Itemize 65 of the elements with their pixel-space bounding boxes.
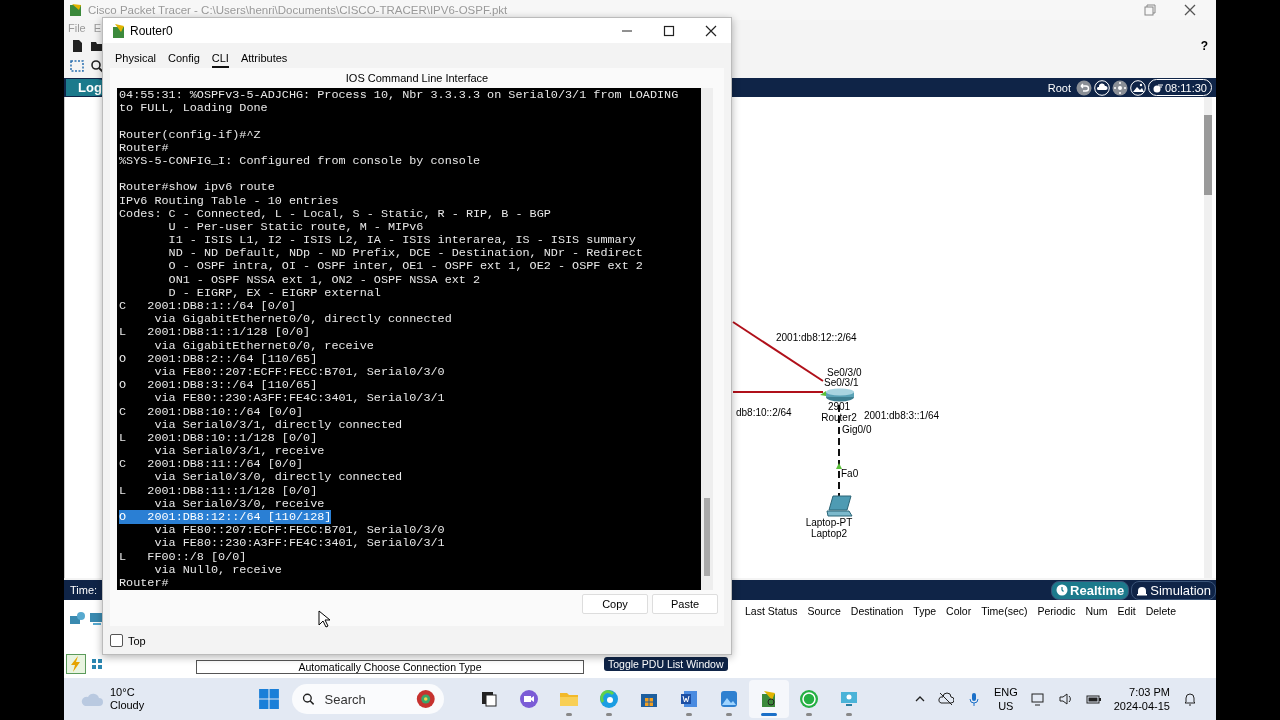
terminal-line: U - Per-user Static route, M - MIPv6 (167, 219, 424, 234)
terminal-line: Codes: C - Connected, L - Local, S - Static, R - RIP, B - BGP (119, 206, 551, 221)
terminal-line: I1 - ISIS L1, I2 - ISIS L2, IA - ISIS interarea, IS - ISIS summary (167, 233, 636, 248)
device-model: Laptop-PT (805, 517, 853, 528)
device-name: Laptop2 (810, 528, 848, 539)
port-label: 2001:db8:3::1/64 (864, 410, 940, 421)
terminal-line: Router#show ipv6 route (119, 180, 275, 195)
weather-condition: Cloudy (110, 699, 145, 712)
dialog-title: Router0 (130, 23, 173, 38)
column-header: Time(sec) (981, 605, 1028, 619)
terminal-line: via Serial0/3/0, receive (153, 496, 325, 511)
terminal-line: ND - ND Default, NDp - ND Prefix, DCE - Destination, NDr - Redirect (167, 246, 643, 261)
terminal-line: O 2001:DB8:2::/64 [110/65] (119, 351, 318, 366)
app-title: Cisco Packet Tracer - C:\Users\henri\Documents\CISCO-TRACER\IPV6-OSPF.pkt (88, 4, 508, 16)
terminal-line: via GigabitEthernet0/0, directly connected (153, 312, 452, 327)
connection-type-label: Automatically Choose Connection Type (196, 660, 584, 674)
device-model: 2901 (827, 401, 851, 412)
terminal-line: via Serial0/3/1, receive (153, 444, 325, 459)
port-label: db8:10::2/64 (736, 407, 792, 418)
terminal-line: D - EIGRP, EX - EIGRP external (167, 285, 381, 300)
terminal-line: C 2001:DB8:11::/64 [0/0] (119, 457, 304, 472)
device-name: Router2 (821, 412, 857, 423)
terminal-line: L 2001:DB8:1::1/128 [0/0] (119, 325, 311, 340)
terminal-line: %SYS-5-CONFIG_I: Configured from console by console (119, 153, 481, 168)
terminal-line: via FE80::207:ECFF:FECC:B701, Serial0/3/0 (153, 523, 445, 538)
terminal-line: via Serial0/3/1, directly connected (153, 417, 403, 432)
column-header: Delete (1145, 605, 1177, 619)
root-label: Root (1047, 81, 1071, 94)
column-header: Last Status (745, 605, 798, 619)
column-header: Periodic (1037, 605, 1076, 619)
port-label: Gig0/0 (842, 424, 872, 435)
column-header: Type (913, 605, 937, 619)
column-header: Num (1085, 605, 1108, 619)
port-label: Fa0 (841, 468, 859, 479)
port-label: Se0/3/1 (824, 377, 859, 388)
checkbox-label: Top (128, 634, 146, 647)
terminal-line: O 2001:DB8:3::/64 [110/65] (119, 378, 318, 393)
terminal-line: Router# (119, 140, 169, 155)
terminal-line: via FE80::230:A3FF:FE4C:3401, Serial0/3/1 (153, 391, 445, 406)
terminal-line: ON1 - OSPF NSSA ext 1, ON2 - OSPF NSSA ext 2 (167, 272, 481, 287)
terminal-line: via FE80::207:ECFF:FECC:B701, Serial0/3/0 (153, 364, 445, 379)
terminal-line: L FF00::/8 [0/0] (119, 549, 247, 564)
terminal-line: to FULL, Loading Done (119, 101, 268, 116)
port-label: Se0/3/0 (827, 367, 862, 378)
time-label: Time: (69, 584, 98, 596)
terminal-line: L 2001:DB8:10::1/128 [0/0] (119, 430, 318, 445)
column-header: Source (807, 605, 841, 619)
terminal-line: C 2001:DB8:10::/64 [0/0] (119, 404, 304, 419)
terminal-line: C 2001:DB8:1::/64 [0/0] (119, 299, 296, 313)
terminal-line: O - OSPF intra, OI - OSPF inter, OE1 - OSPF ext 1, OE2 - OSPF ext 2 (167, 259, 643, 274)
terminal-line: via Serial0/3/0, directly connected (153, 470, 403, 485)
terminal-line: via GigabitEthernet0/0, receive (153, 338, 374, 353)
temperature: 10°C (110, 686, 136, 699)
terminal-line: 04:55:31: %OSPFv3-5-ADJCHG: Process 10, Nbr 3.3.3.3 on Serial0/3/1 from LOADING (119, 88, 679, 102)
terminal-line: L 2001:DB8:11::1/128 [0/0] (119, 483, 318, 498)
port-label: 2001:db8:12::2/64 (776, 332, 857, 343)
terminal-line: via FE80::230:A3FF:FE4C:3401, Serial0/3/1 (153, 536, 445, 551)
terminal-line: IPv6 Routing Table - 10 entries (119, 193, 339, 208)
terminal-line: via Null0, receive (153, 562, 282, 577)
cli-heading: IOS Command Line Interface (345, 72, 489, 86)
column-header: Edit (1117, 605, 1136, 619)
terminal-line: Router(config-if)#^Z (119, 127, 261, 142)
terminal-line: Router# (119, 575, 169, 590)
column-header: Destination (850, 605, 904, 619)
column-header: Color (946, 605, 972, 619)
